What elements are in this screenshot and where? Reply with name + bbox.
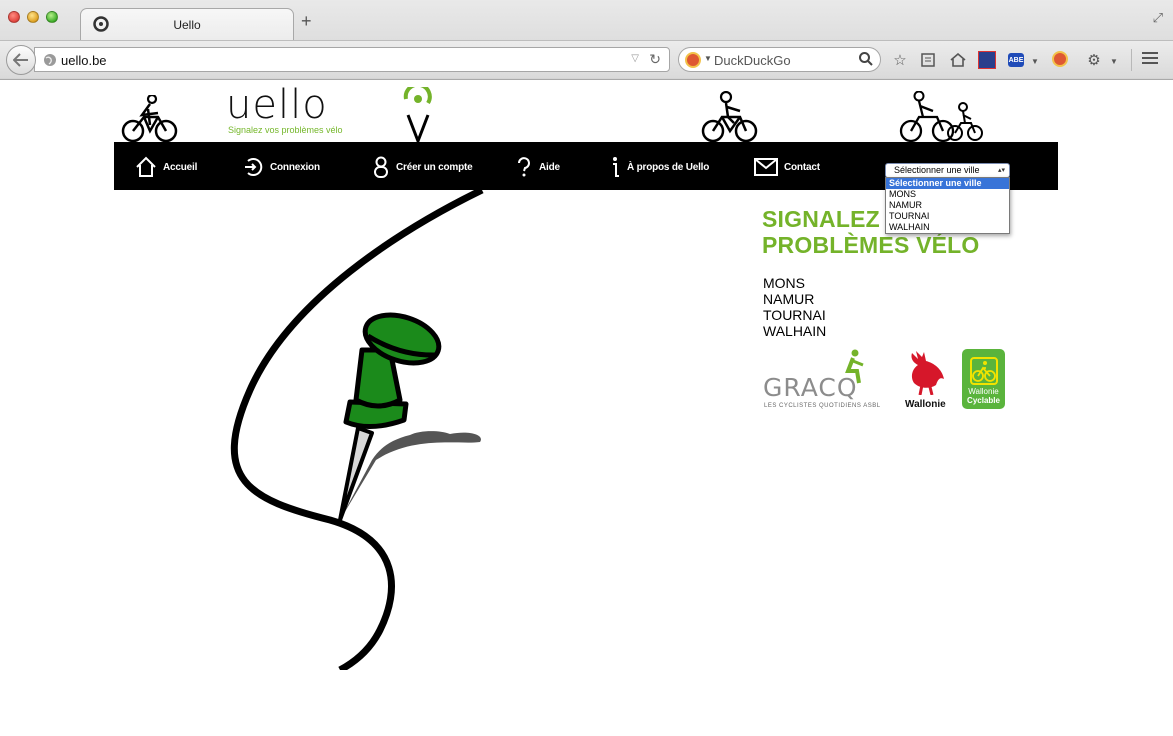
wallonie-cyclable-badge[interactable]: Wallonie Cyclable: [962, 349, 1005, 409]
history-dropdown-icon[interactable]: ▽: [631, 53, 639, 64]
search-bar[interactable]: ▼ DuckDuckGo: [678, 47, 881, 72]
minimize-window-button[interactable]: [27, 11, 39, 23]
nav-creer-compte[interactable]: Créer un compte: [372, 155, 473, 179]
city-select-value: Sélectionner une ville: [894, 165, 980, 175]
url-bar[interactable]: uello.be ▽ ↻: [34, 47, 670, 72]
back-button[interactable]: [6, 45, 36, 75]
home-icon: [136, 156, 156, 177]
wc-line-1: Wallonie: [968, 387, 999, 396]
cyclist-family-icon: [899, 91, 983, 143]
extension-grid-icon[interactable]: [978, 51, 996, 69]
search-icon[interactable]: [858, 51, 874, 67]
gracq-subtitle: LES CYCLISTES QUOTIDIENS ASBL: [764, 403, 881, 409]
extension-dropdown-icon[interactable]: ▼: [1105, 53, 1123, 71]
nav-toolbar: uello.be ▽ ↻ ▼ DuckDuckGo ☆ ABE ▼ ⚙ ▼: [0, 40, 1173, 78]
nav-accueil[interactable]: Accueil: [135, 155, 197, 179]
duckduckgo-icon[interactable]: [685, 52, 701, 68]
city-links: MONS NAMUR TOURNAI WALHAIN: [763, 275, 826, 339]
gear-extension-icon[interactable]: ⚙: [1085, 51, 1103, 69]
adblock-icon[interactable]: ABE: [1008, 53, 1024, 67]
new-tab-button[interactable]: +: [301, 12, 312, 30]
adblock-dropdown-icon[interactable]: ▼: [1026, 53, 1044, 71]
wallonie-label[interactable]: Wallonie: [905, 399, 946, 410]
globe-icon: [44, 54, 56, 66]
city-link[interactable]: MONS: [763, 275, 826, 291]
nav-label: Connexion: [270, 161, 320, 173]
cyclist-city-icon: [701, 91, 758, 143]
web-page: uello Signalez vos problèmes vélo Accuei…: [0, 81, 1173, 736]
logo-wordmark: uello: [226, 82, 328, 128]
gracq-cyclist-icon: [845, 349, 864, 384]
city-option[interactable]: WALHAIN: [886, 222, 1009, 233]
city-option[interactable]: MONS: [886, 189, 1009, 200]
nav-label: Contact: [784, 161, 820, 173]
location-pin-logo-icon: [403, 87, 432, 143]
nav-label: À propos de Uello: [627, 161, 710, 173]
wallonie-rooster-icon: [911, 351, 944, 395]
login-icon: [245, 158, 263, 176]
browser-chrome: Uello + ⤢ uello.be ▽ ↻ ▼ DuckDuckGo ☆ AB…: [0, 0, 1173, 80]
close-window-button[interactable]: [8, 11, 20, 23]
select-arrows-icon: ▴▾: [997, 167, 1005, 174]
tab-title: Uello: [173, 18, 201, 32]
nav-a-propos[interactable]: À propos de Uello: [609, 155, 709, 179]
city-dropdown-list: Sélectionner une ville MONS NAMUR TOURNA…: [885, 177, 1010, 234]
nav-label: Aide: [539, 161, 560, 173]
nav-contact[interactable]: Contact: [754, 155, 820, 179]
zoom-window-button[interactable]: [46, 11, 58, 23]
city-link[interactable]: WALHAIN: [763, 323, 826, 339]
nav-label: Créer un compte: [396, 161, 473, 173]
toolbar-divider: [1131, 49, 1132, 71]
wallonie-cyclable-text: Wallonie Cyclable: [962, 387, 1005, 405]
home-button-icon[interactable]: [949, 51, 967, 69]
back-arrow-icon: [13, 53, 28, 67]
duckduckgo-extension-icon[interactable]: [1052, 51, 1068, 67]
reading-list-icon[interactable]: [919, 51, 937, 69]
headline-line-2: PROBLÈMES VÉLO: [762, 232, 980, 258]
fullscreen-icon[interactable]: ⤢: [1153, 10, 1163, 26]
url-text: uello.be: [61, 53, 107, 68]
uello-logo[interactable]: uello Signalez vos problèmes vélo: [226, 85, 343, 135]
logo-tagline: Signalez vos problèmes vélo: [228, 125, 343, 135]
city-link[interactable]: NAMUR: [763, 291, 826, 307]
city-option[interactable]: TOURNAI: [886, 211, 1009, 222]
reload-icon[interactable]: ↻: [649, 51, 661, 68]
city-option[interactable]: NAMUR: [886, 200, 1009, 211]
main-navbar: Accueil Connexion Créer un compte Aide À…: [114, 142, 1058, 234]
engine-dropdown-icon[interactable]: ▼: [704, 54, 712, 63]
wc-line-2: Cyclable: [967, 396, 1000, 405]
info-icon: [613, 157, 619, 177]
user-icon: [374, 156, 388, 178]
wallonie-cyclable-bike-icon: [970, 357, 998, 385]
browser-tab[interactable]: Uello: [80, 8, 294, 40]
search-placeholder: DuckDuckGo: [714, 53, 791, 68]
cyclist-racing-icon: [121, 95, 178, 143]
city-link[interactable]: TOURNAI: [763, 307, 826, 323]
nav-label: Accueil: [163, 161, 198, 173]
road-pin-illustration: [230, 190, 484, 670]
city-select[interactable]: Sélectionner une ville ▴▾: [885, 163, 1010, 178]
nav-aide[interactable]: Aide: [515, 155, 560, 179]
help-icon: [518, 157, 530, 177]
nav-connexion[interactable]: Connexion: [242, 155, 320, 179]
mail-icon: [754, 158, 778, 176]
bookmark-star-icon[interactable]: ☆: [891, 51, 909, 69]
city-option[interactable]: Sélectionner une ville: [886, 178, 1009, 189]
hamburger-menu-icon[interactable]: [1142, 52, 1158, 67]
